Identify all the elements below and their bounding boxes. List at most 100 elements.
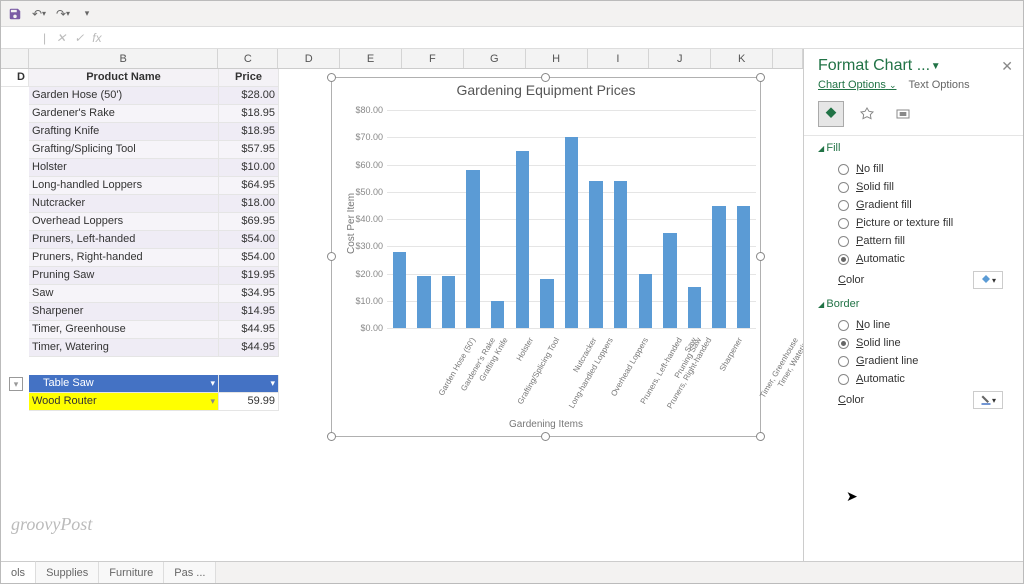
cell[interactable]: Garden Hose (50') xyxy=(29,87,219,105)
cell[interactable]: Long-handled Loppers xyxy=(29,177,219,195)
cell[interactable]: Pruners, Left-handed xyxy=(29,231,219,249)
fill-option[interactable]: Automatic xyxy=(804,250,1023,268)
chart-bar[interactable] xyxy=(614,181,628,328)
sheet-tab[interactable]: ols xyxy=(1,561,36,583)
save-icon[interactable] xyxy=(7,6,23,22)
border-option[interactable]: Gradient line xyxy=(804,352,1023,370)
grid[interactable]: Gardening Equipment Prices Cost Per Item… xyxy=(1,69,803,561)
chart-bar[interactable] xyxy=(712,206,726,328)
cell[interactable]: Timer, Greenhouse xyxy=(29,321,219,339)
cell[interactable]: $54.00 xyxy=(219,249,279,267)
cell[interactable]: Overhead Loppers xyxy=(29,213,219,231)
sheet-tab[interactable]: Furniture xyxy=(99,562,164,583)
chart-x-axis-label[interactable]: Gardening Items xyxy=(332,419,760,430)
column-header-B[interactable]: B xyxy=(29,49,219,68)
cell[interactable]: $18.00 xyxy=(219,195,279,213)
border-section-header[interactable]: Border xyxy=(804,292,1023,316)
border-option[interactable]: Solid line xyxy=(804,334,1023,352)
worksheet[interactable]: BCDEFGHIJK Gardening Equipment Prices xyxy=(1,49,803,561)
cell[interactable]: $19.95 xyxy=(219,267,279,285)
cell[interactable]: Pruning Saw xyxy=(29,267,219,285)
fill-option[interactable]: No fill xyxy=(804,160,1023,178)
fill-color-picker[interactable]: ▾ xyxy=(973,271,1003,289)
sheet-tab[interactable]: Pas ... xyxy=(164,562,216,583)
undo-icon[interactable]: ↶ ▾ xyxy=(31,6,47,22)
cell[interactable]: $34.95 xyxy=(219,285,279,303)
column-header-C[interactable]: C xyxy=(218,49,278,68)
column-header-F[interactable]: F xyxy=(402,49,464,68)
cell[interactable]: $57.95 xyxy=(219,141,279,159)
border-option[interactable]: Automatic xyxy=(804,370,1023,388)
cell[interactable]: Grafting Knife xyxy=(29,123,219,141)
chart-bar[interactable] xyxy=(393,252,407,328)
cell[interactable]: Grafting/Splicing Tool xyxy=(29,141,219,159)
filter-dropdown-icon[interactable]: ▾ xyxy=(9,377,23,391)
column-header-K[interactable]: K xyxy=(711,49,773,68)
column-header-G[interactable]: G xyxy=(464,49,526,68)
cell[interactable]: $18.95 xyxy=(219,123,279,141)
chart-bar[interactable] xyxy=(516,151,530,328)
fill-option[interactable]: Pattern fill xyxy=(804,232,1023,250)
column-header-J[interactable]: J xyxy=(649,49,711,68)
cell[interactable]: $10.00 xyxy=(219,159,279,177)
cell[interactable]: $69.95 xyxy=(219,213,279,231)
cell[interactable]: Holster xyxy=(29,159,219,177)
cell[interactable]: Saw xyxy=(29,285,219,303)
chart-bar[interactable] xyxy=(565,137,579,328)
column-header-H[interactable]: H xyxy=(526,49,588,68)
chart-bar[interactable] xyxy=(491,301,505,328)
redo-icon[interactable]: ↷ ▾ xyxy=(55,6,71,22)
fill-section-header[interactable]: Fill xyxy=(804,136,1023,160)
fill-option[interactable]: Picture or texture fill xyxy=(804,214,1023,232)
cell[interactable]: Pruners, Right-handed xyxy=(29,249,219,267)
chart-bar[interactable] xyxy=(663,233,677,328)
cell[interactable]: $64.95 xyxy=(219,177,279,195)
chart-options-tab[interactable]: Chart Options ⌄ xyxy=(818,79,896,91)
cell[interactable]: $18.95 xyxy=(219,105,279,123)
cell[interactable]: Wood Router xyxy=(29,393,219,411)
format-pane-dropdown-icon[interactable]: ▼ xyxy=(931,61,941,72)
fill-line-icon[interactable] xyxy=(818,101,844,127)
column-header-E[interactable]: E xyxy=(340,49,402,68)
size-properties-icon[interactable] xyxy=(890,101,916,127)
close-icon[interactable]: ✕ xyxy=(1001,58,1013,75)
chart-bar[interactable] xyxy=(442,276,456,328)
cell[interactable]: Product Name xyxy=(29,69,219,87)
border-color-picker[interactable]: ▾ xyxy=(973,391,1003,409)
cell[interactable]: Price xyxy=(219,69,279,87)
border-option[interactable]: No line xyxy=(804,316,1023,334)
cell[interactable]: $44.95 xyxy=(219,339,279,357)
fill-option[interactable]: Gradient fill xyxy=(804,196,1023,214)
cancel-formula-icon[interactable]: ✕ xyxy=(56,31,66,45)
cell[interactable]: $54.00 xyxy=(219,231,279,249)
cell[interactable]: $44.95 xyxy=(219,321,279,339)
cell[interactable]: $28.00 xyxy=(219,87,279,105)
sheet-tab[interactable]: Supplies xyxy=(36,562,99,583)
fill-option[interactable]: Solid fill xyxy=(804,178,1023,196)
fx-icon[interactable]: fx xyxy=(92,31,101,45)
chart-bar[interactable] xyxy=(466,170,480,328)
chart-bar[interactable] xyxy=(688,287,702,328)
sheet-tab-strip[interactable]: olsSuppliesFurniturePas ... xyxy=(1,561,1023,583)
effects-icon[interactable] xyxy=(854,101,880,127)
chart-bar[interactable] xyxy=(417,276,431,328)
chart-bar[interactable] xyxy=(540,279,554,328)
text-options-tab[interactable]: Text Options xyxy=(909,79,970,91)
chart-title[interactable]: Gardening Equipment Prices xyxy=(332,82,760,98)
chart-plot-area[interactable]: $0.00$10.00$20.00$30.00$40.00$50.00$60.0… xyxy=(387,110,756,328)
column-header-corner[interactable] xyxy=(773,49,803,68)
column-header-I[interactable]: I xyxy=(588,49,650,68)
cell[interactable] xyxy=(219,375,279,393)
column-header-corner[interactable] xyxy=(1,49,29,68)
chart-object[interactable]: Gardening Equipment Prices Cost Per Item… xyxy=(331,77,761,437)
cell[interactable]: Sharpener xyxy=(29,303,219,321)
cell[interactable]: Nutcracker xyxy=(29,195,219,213)
qat-customize-icon[interactable]: ▾ xyxy=(79,6,95,22)
cell[interactable]: Table Saw xyxy=(29,375,219,393)
cell[interactable]: Timer, Watering xyxy=(29,339,219,357)
cell[interactable]: Gardener's Rake xyxy=(29,105,219,123)
cell[interactable]: $14.95 xyxy=(219,303,279,321)
enter-formula-icon[interactable]: ✓ xyxy=(74,31,84,45)
chart-bar[interactable] xyxy=(639,274,653,328)
chart-bar[interactable] xyxy=(737,206,751,328)
